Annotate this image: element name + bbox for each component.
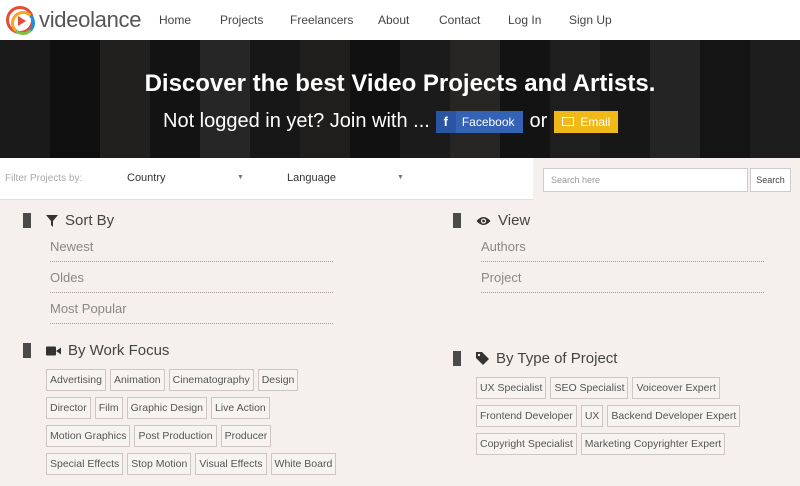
country-select[interactable]: Country ▼ (127, 172, 244, 184)
videolance-logo-icon (6, 6, 35, 35)
project-type-tag[interactable]: Voiceover Expert (632, 377, 720, 399)
work-focus-tag[interactable]: Post Production (134, 425, 217, 447)
facebook-signup-button[interactable]: f Facebook (435, 110, 523, 133)
work-focus-tag[interactable]: Advertising (46, 369, 106, 391)
project-type-tag[interactable]: UX (580, 405, 604, 427)
nav-about[interactable]: About (378, 13, 409, 27)
view-option-project[interactable]: Project (481, 270, 521, 285)
language-select-value: Language (287, 172, 336, 184)
facebook-button-label: Facebook (461, 114, 515, 129)
project-type-tag[interactable]: SEO Specialist (550, 377, 629, 399)
nav-signup[interactable]: Sign Up (569, 13, 612, 27)
filter-label: Filter Projects by: (5, 173, 83, 184)
work-focus-tag[interactable]: Live Action (210, 397, 270, 419)
chevron-down-icon: ▼ (397, 174, 404, 181)
email-button-label: Email (580, 114, 611, 129)
work-focus-tag[interactable]: Visual Effects (195, 453, 267, 475)
section-marker (453, 351, 461, 366)
section-marker (453, 213, 461, 228)
chevron-down-icon: ▼ (237, 174, 244, 181)
work-focus-tag[interactable]: Animation (109, 369, 165, 391)
project-type-tag[interactable]: Copyright Specialist (476, 433, 577, 455)
sort-option-most-popular[interactable]: Most Popular (50, 301, 127, 316)
view-heading: View (476, 212, 530, 229)
project-type-heading: By Type of Project (476, 350, 617, 367)
nav-projects[interactable]: Projects (220, 13, 263, 27)
work-focus-tag[interactable]: Producer (220, 425, 272, 447)
nav-contact[interactable]: Contact (439, 13, 480, 27)
eye-icon (476, 216, 491, 226)
search-button[interactable]: Search (750, 168, 791, 192)
country-select-value: Country (127, 172, 166, 184)
sort-by-title: Sort By (65, 212, 115, 229)
project-type-tag[interactable]: Frontend Developer (476, 405, 577, 427)
nav-login[interactable]: Log In (508, 13, 541, 27)
project-type-title: By Type of Project (496, 350, 618, 367)
hero-join-row: Not logged in yet? Join with ... f Faceb… (163, 110, 619, 133)
section-marker (23, 343, 31, 358)
work-focus-tag[interactable]: Graphic Design (126, 397, 207, 419)
top-navbar: videolance Home Projects Freelancers Abo… (0, 0, 800, 40)
work-focus-heading: By Work Focus (46, 342, 169, 359)
work-focus-tag-list: Advertising Animation Cinematography Des… (46, 369, 346, 481)
filter-icon (46, 214, 58, 227)
work-focus-tag[interactable]: White Board (270, 453, 337, 475)
filter-bar: Filter Projects by: Country ▼ Language ▼… (0, 158, 800, 200)
view-option-authors[interactable]: Authors (481, 239, 526, 254)
brand-name: videolance (39, 7, 142, 32)
work-focus-tag[interactable]: Design (257, 369, 299, 391)
project-type-tag-list: UX Specialist SEO Specialist Voiceover E… (476, 377, 776, 461)
project-type-tag[interactable]: Backend Developer Expert (607, 405, 741, 427)
hero-banner: Discover the best Video Projects and Art… (0, 40, 800, 158)
brand-logo[interactable]: videolance (6, 6, 142, 35)
sort-by-heading: Sort By (46, 212, 114, 229)
section-marker (23, 213, 31, 228)
facebook-icon: f (435, 110, 456, 133)
view-title: View (498, 212, 531, 229)
search-area: Search (533, 158, 800, 200)
or-text: or (529, 110, 548, 132)
work-focus-tag[interactable]: Stop Motion (127, 453, 192, 475)
sort-option-oldest[interactable]: Oldes (50, 270, 84, 285)
sort-option-newest[interactable]: Newest (50, 239, 93, 254)
language-select[interactable]: Language ▼ (287, 172, 404, 184)
work-focus-tag[interactable]: Film (94, 397, 123, 419)
work-focus-tag[interactable]: Cinematography (168, 369, 254, 391)
work-focus-tag[interactable]: Motion Graphics (46, 425, 131, 447)
work-focus-tag[interactable]: Special Effects (46, 453, 124, 475)
work-focus-tag[interactable]: Director (46, 397, 91, 419)
nav-home[interactable]: Home (159, 13, 191, 27)
hero-title: Discover the best Video Projects and Art… (144, 70, 656, 97)
project-type-tag[interactable]: Marketing Copyrighter Expert (580, 433, 726, 455)
envelope-icon (562, 117, 575, 126)
nav-freelancers[interactable]: Freelancers (290, 13, 353, 27)
project-type-tag[interactable]: UX Specialist (476, 377, 547, 399)
hero-subtitle: Not logged in yet? Join with ... (163, 110, 430, 132)
email-signup-button[interactable]: Email (554, 110, 619, 133)
tag-icon (476, 352, 489, 365)
work-focus-title: By Work Focus (68, 342, 170, 359)
search-input[interactable] (543, 168, 748, 192)
video-camera-icon (46, 346, 61, 356)
